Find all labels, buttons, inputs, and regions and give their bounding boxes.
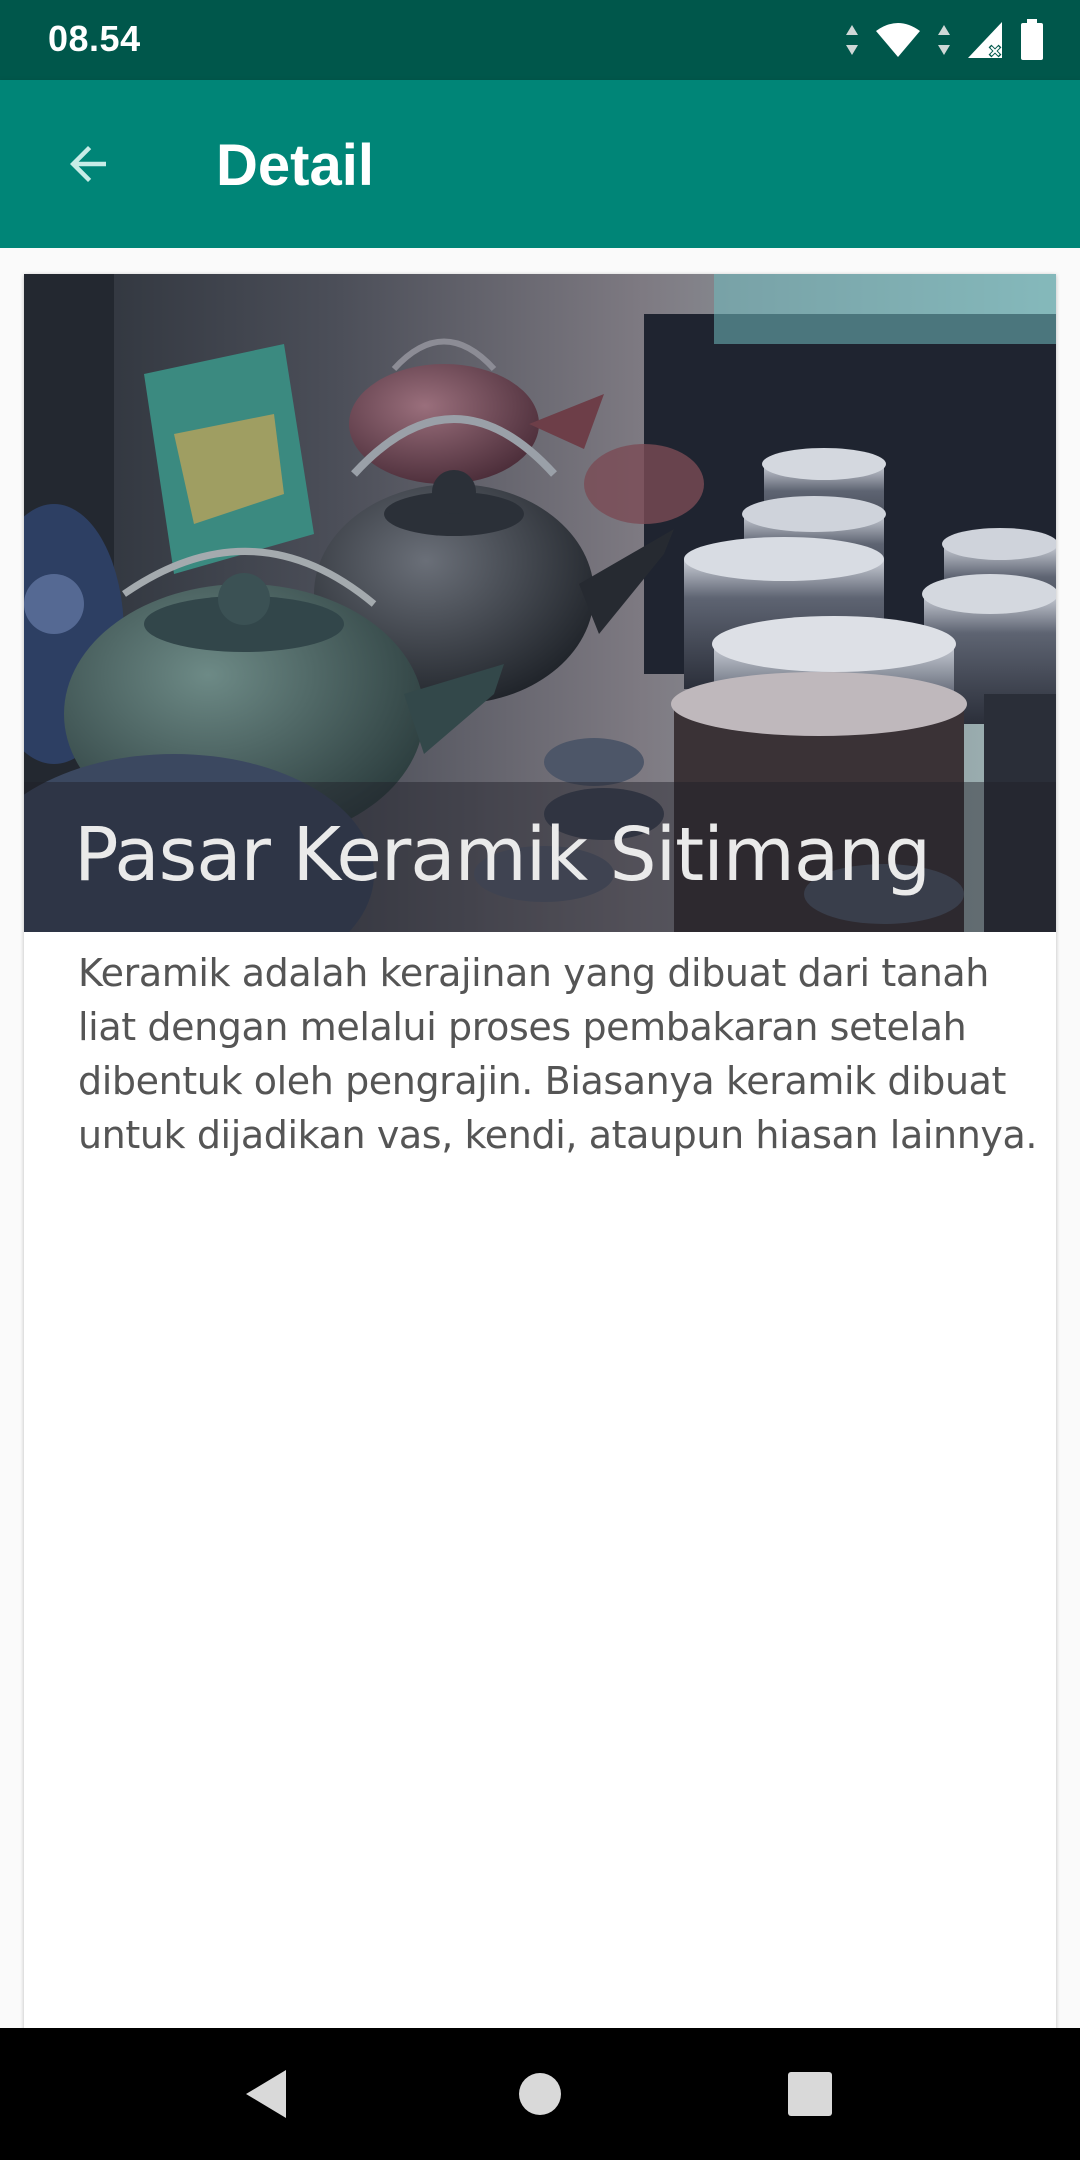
nav-back-button[interactable]: [226, 2054, 306, 2134]
hero-caption: Pasar Keramik Sitimang: [24, 782, 1056, 932]
recents-square-icon: [788, 2072, 832, 2116]
system-nav-bar: [0, 2028, 1080, 2160]
status-time: 08.54: [48, 18, 141, 59]
arrow-back-icon: [70, 146, 106, 182]
content-area: Pasar Keramik Sitimang Keramik adalah ke…: [0, 248, 1080, 2034]
hero-image: Pasar Keramik Sitimang: [24, 274, 1056, 932]
home-circle-icon: [519, 2073, 561, 2115]
place-description: Keramik adalah kerajinan yang dibuat dar…: [78, 951, 1038, 1157]
nav-recents-button[interactable]: [770, 2054, 850, 2134]
page-title: Detail: [216, 133, 374, 198]
back-triangle-icon: [246, 2070, 286, 2118]
status-bar: 08.54: [0, 0, 1080, 80]
back-button[interactable]: [44, 120, 132, 208]
data-arrows-icon: [846, 25, 858, 55]
signal-icon: [968, 22, 1002, 58]
detail-card: Pasar Keramik Sitimang Keramik adalah ke…: [24, 274, 1056, 2034]
data-arrows-icon-2: [938, 25, 950, 55]
nav-home-button[interactable]: [500, 2054, 580, 2134]
app-bar: Detail: [0, 80, 1080, 248]
place-name: Pasar Keramik Sitimang: [74, 812, 931, 898]
wifi-icon: [876, 23, 920, 57]
battery-icon: [1021, 19, 1043, 60]
status-icons: [844, 18, 1044, 62]
